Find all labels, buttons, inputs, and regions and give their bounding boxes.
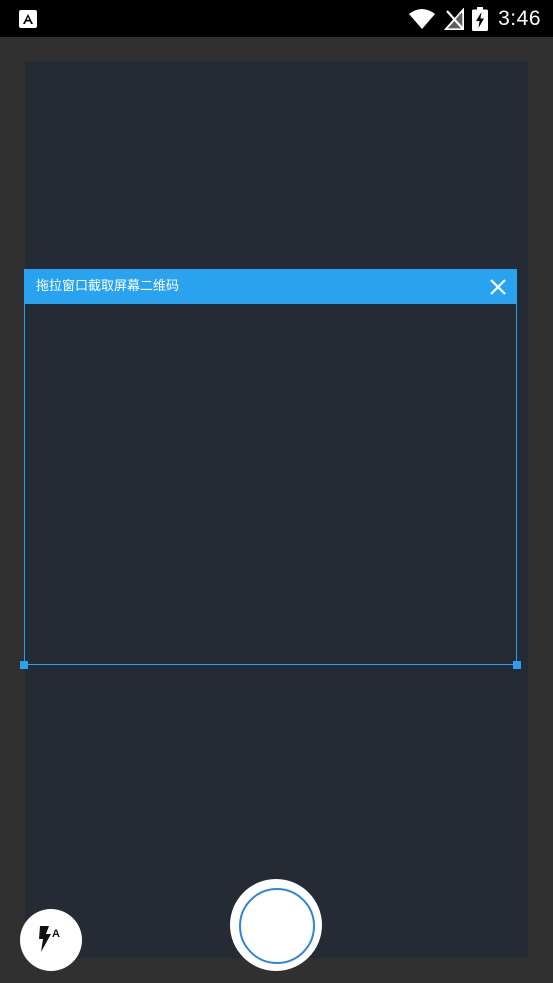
close-button[interactable] <box>483 272 513 302</box>
status-bar: 3:46 <box>0 0 553 37</box>
flash-auto-icon: A <box>39 926 60 952</box>
flash-mode-letter: A <box>52 928 60 940</box>
battery-charging-icon <box>472 6 489 31</box>
resize-handle-bottom-right[interactable] <box>513 661 521 669</box>
status-icons: 3:46 <box>408 0 541 37</box>
no-signal-icon <box>444 7 465 30</box>
shutter-ring <box>239 888 315 964</box>
capture-window[interactable]: 拖拉窗口截取屏幕二维码 <box>24 269 517 665</box>
flash-toggle-button[interactable]: A <box>20 909 82 971</box>
clock: 3:46 <box>498 6 541 30</box>
capture-window-header[interactable]: 拖拉窗口截取屏幕二维码 <box>24 269 517 304</box>
close-icon <box>490 279 506 295</box>
resize-handle-bottom-left[interactable] <box>20 661 28 669</box>
capture-window-title: 拖拉窗口截取屏幕二维码 <box>36 279 180 294</box>
wifi-icon <box>409 8 436 29</box>
shutter-button[interactable] <box>230 879 322 971</box>
app-notification-icon <box>19 10 37 28</box>
capture-frame[interactable] <box>24 304 517 665</box>
